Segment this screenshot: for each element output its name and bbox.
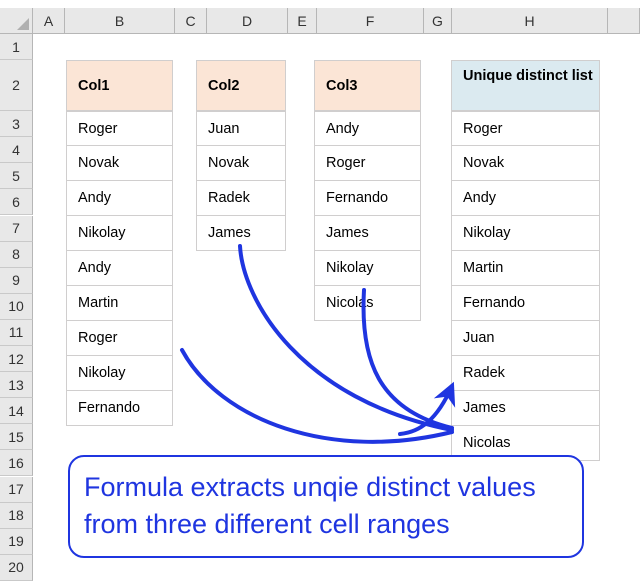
table-row[interactable]: Andy <box>66 251 173 286</box>
row-header-1[interactable]: 1 <box>0 34 33 61</box>
top-strip <box>0 0 640 8</box>
row-header-5[interactable]: 5 <box>0 163 33 190</box>
table-row[interactable]: Martin <box>451 251 600 286</box>
table-row[interactable]: Roger <box>451 111 600 146</box>
table-row[interactable]: Roger <box>66 321 173 356</box>
table-row[interactable]: Andy <box>451 181 600 216</box>
callout-box: Formula extracts unqie distinct values f… <box>68 455 584 558</box>
row-header-20[interactable]: 20 <box>0 554 33 581</box>
row-header-8[interactable]: 8 <box>0 241 33 268</box>
table-row[interactable]: James <box>451 391 600 426</box>
row-header-9[interactable]: 9 <box>0 267 33 294</box>
table-row[interactable]: Novak <box>196 146 286 181</box>
table-row[interactable]: James <box>196 216 286 251</box>
spreadsheet-canvas: ABCDEFGH 1 2 3 4 5 6 7 8 9 10 11 12 13 14 15 16 17 18 19 20… <box>0 0 640 581</box>
table-unique-distinct-list: Unique distinct list Roger Novak Andy Nikol… <box>451 60 600 461</box>
table-col3-header: Col3 <box>314 60 421 111</box>
table-unique-body: Roger Novak Andy Nikolay Martin Fernando Juan R… <box>451 111 600 461</box>
column-header-e[interactable]: E <box>288 8 317 34</box>
table-row[interactable]: Nikolay <box>314 251 421 286</box>
row-header-7[interactable]: 7 <box>0 215 33 242</box>
table-row[interactable]: Juan <box>196 111 286 146</box>
row-header-3[interactable]: 3 <box>0 111 33 138</box>
table-row[interactable]: Novak <box>451 146 600 181</box>
table-row[interactable]: Roger <box>66 111 173 146</box>
row-header-14[interactable]: 14 <box>0 398 33 425</box>
table-row[interactable]: Nikolay <box>451 216 600 251</box>
table-col3-body: Andy Roger Fernando James Nikolay Nicolas <box>314 111 421 321</box>
table-row[interactable]: Nikolay <box>66 356 173 391</box>
select-all-triangle-icon <box>17 18 29 30</box>
row-header-4[interactable]: 4 <box>0 137 33 164</box>
table-col1-body: Roger Novak Andy Nikolay Andy Martin Roger Niko… <box>66 111 173 426</box>
table-row[interactable]: Fernando <box>451 286 600 321</box>
table-unique-header: Unique distinct list <box>451 60 600 111</box>
row-header-15[interactable]: 15 <box>0 424 33 451</box>
table-row[interactable]: James <box>314 216 421 251</box>
table-row[interactable]: Radek <box>451 356 600 391</box>
table-row[interactable]: Martin <box>66 286 173 321</box>
table-row[interactable]: Andy <box>314 111 421 146</box>
row-header-2[interactable]: 2 <box>0 60 33 112</box>
table-col3: Col3 Andy Roger Fernando James Nikolay Nicola… <box>314 60 421 321</box>
table-col1: Col1 Roger Novak Andy Nikolay Andy Martin Roge… <box>66 60 173 426</box>
table-row[interactable]: Fernando <box>314 181 421 216</box>
column-header-c[interactable]: C <box>175 8 207 34</box>
table-row[interactable]: Juan <box>451 321 600 356</box>
row-header-16[interactable]: 16 <box>0 450 33 477</box>
row-header-6[interactable]: 6 <box>0 189 33 216</box>
column-header-d[interactable]: D <box>207 8 288 34</box>
row-header-12[interactable]: 12 <box>0 346 33 373</box>
column-header-a[interactable]: A <box>33 8 65 34</box>
table-row[interactable]: Radek <box>196 181 286 216</box>
select-all-corner[interactable] <box>0 8 33 34</box>
table-row[interactable]: Roger <box>314 146 421 181</box>
column-header-h[interactable]: H <box>452 8 608 34</box>
callout-text: Formula extracts unqie distinct values f… <box>84 472 536 540</box>
table-row[interactable]: Fernando <box>66 391 173 426</box>
row-header-10[interactable]: 10 <box>0 293 33 320</box>
column-header-partial[interactable] <box>608 8 640 34</box>
row-header-11[interactable]: 11 <box>0 319 33 346</box>
table-row[interactable]: Novak <box>66 146 173 181</box>
table-row[interactable]: Nikolay <box>66 216 173 251</box>
table-row[interactable]: Nicolas <box>314 286 421 321</box>
column-header-f[interactable]: F <box>317 8 424 34</box>
row-header-19[interactable]: 19 <box>0 528 33 555</box>
table-col2-body: Juan Novak Radek James <box>196 111 286 251</box>
row-header-17[interactable]: 17 <box>0 476 33 503</box>
table-col1-header: Col1 <box>66 60 173 111</box>
column-header-b[interactable]: B <box>65 8 175 34</box>
row-header-18[interactable]: 18 <box>0 502 33 529</box>
table-col2-header: Col2 <box>196 60 286 111</box>
table-row[interactable]: Andy <box>66 181 173 216</box>
column-header-g[interactable]: G <box>424 8 452 34</box>
row-header-13[interactable]: 13 <box>0 372 33 399</box>
table-col2: Col2 Juan Novak Radek James <box>196 60 286 251</box>
